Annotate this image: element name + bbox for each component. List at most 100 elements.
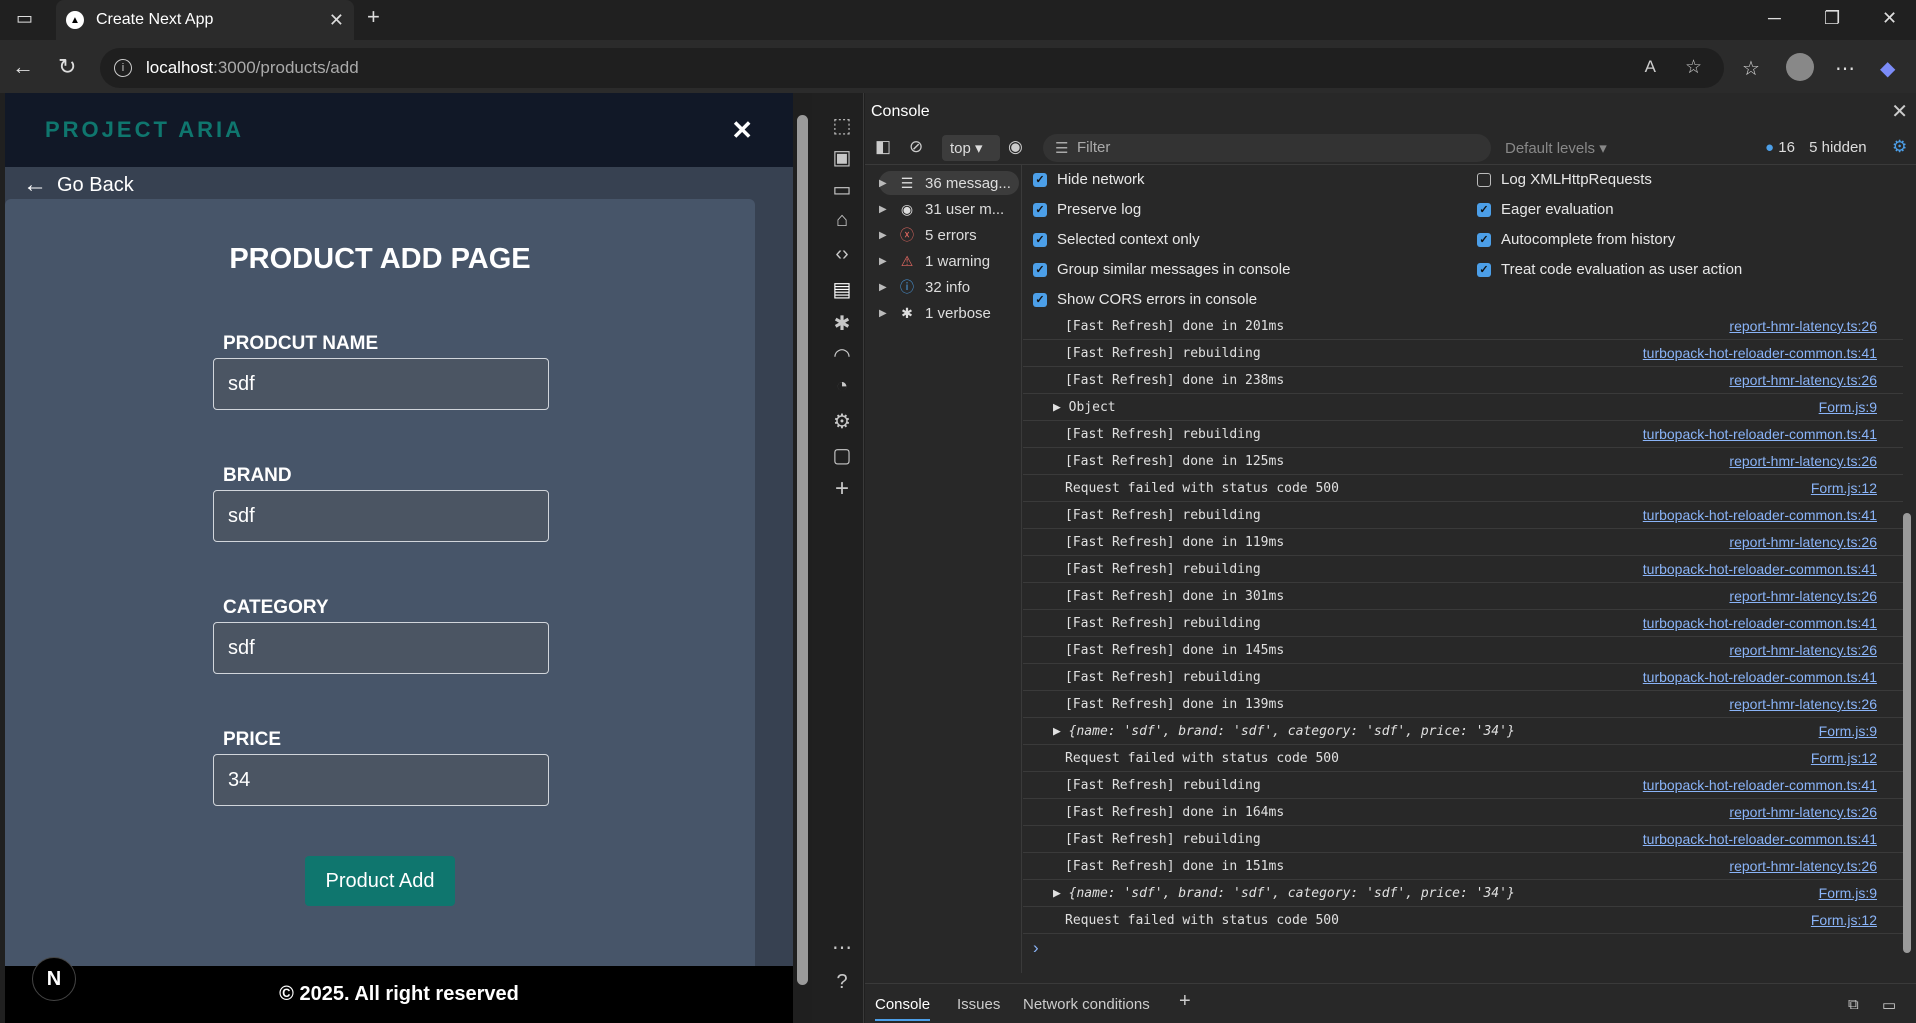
sidebar-item-errors[interactable]: ▶ ⓧ 5 errors [879,223,1019,247]
copilot-icon[interactable]: ◆ [1880,56,1895,81]
log-message[interactable]: ▶ {name: 'sdf', brand: 'sdf', category: … [1053,886,1819,901]
checkbox-checked-icon[interactable]: ✓ [1033,202,1047,217]
close-tab-icon[interactable]: ✕ [329,10,344,31]
context-select[interactable]: top ▾ [942,135,1000,161]
log-source-link[interactable]: turbopack-hot-reloader-common.ts:41 [1643,615,1903,631]
clear-console-icon[interactable]: ⊘ [909,137,923,157]
tab-console[interactable]: Console [875,996,931,1021]
network-wifi-icon[interactable]: ◠ [831,343,853,368]
console-prompt-icon[interactable]: › [1033,938,1039,958]
log-xhr-option[interactable]: Log XMLHttpRequests [1477,171,1652,188]
log-source-link[interactable]: Form.js:9 [1819,885,1903,901]
profile-avatar[interactable] [1786,53,1814,81]
sidebar-item-info[interactable]: ▶ ⓘ 32 info [879,275,1019,299]
application-icon[interactable]: ▭ [831,177,853,202]
dock-drawer-icon[interactable]: ⧉ [1848,996,1859,1013]
back-icon[interactable]: ← [12,54,34,80]
more-options-icon[interactable]: ⋯ [1835,56,1855,81]
sidebar-item-user-messages[interactable]: ▶ ◉ 31 user m... [879,197,1019,221]
log-source-link[interactable]: Form.js:9 [1819,723,1903,739]
checkbox-checked-icon[interactable]: ✓ [1033,262,1047,277]
menu-logo-icon[interactable]: ✕ [731,115,753,146]
log-source-link[interactable]: turbopack-hot-reloader-common.ts:41 [1643,426,1903,442]
brand-input[interactable]: sdf [213,490,549,542]
page-scrollbar[interactable] [793,93,812,1023]
add-tab-plus-icon[interactable]: + [1179,990,1191,1013]
issues-counter[interactable]: ● 16 5 hidden [1765,139,1867,156]
restore-icon[interactable]: ❐ [1824,8,1840,29]
application-panel-icon[interactable]: ▢ [831,443,853,468]
checkbox-checked-icon[interactable]: ✓ [1477,202,1491,217]
close-devtools-icon[interactable]: ✕ [1891,99,1908,124]
more-tools-plus-icon[interactable]: + [831,475,853,503]
log-source-link[interactable]: Form.js:9 [1819,399,1903,415]
device-toolbar-icon[interactable]: ▣ [831,145,853,170]
checkbox-checked-icon[interactable]: ✓ [1033,232,1047,247]
product-name-input[interactable]: sdf [213,358,549,410]
sidebar-item-verbose[interactable]: ▶ ✱ 1 verbose [879,301,1019,325]
console-scrollbar-thumb[interactable] [1903,513,1911,953]
selected-context-option[interactable]: ✓ Selected context only [1033,231,1200,248]
live-expression-eye-icon[interactable]: ◉ [1008,137,1023,157]
browser-tab[interactable]: ▲ Create Next App ✕ [56,0,354,40]
page-scrollbar-thumb[interactable] [797,115,808,985]
checkbox-checked-icon[interactable]: ✓ [1477,262,1491,277]
log-source-link[interactable]: report-hmr-latency.ts:26 [1729,534,1903,550]
console-panel-icon[interactable]: ▤ [831,277,853,302]
help-icon[interactable]: ? [831,971,853,994]
go-back-link[interactable]: ← Go Back [23,171,134,199]
log-source-link[interactable]: report-hmr-latency.ts:26 [1729,318,1903,334]
close-drawer-icon[interactable]: ▭ [1882,996,1896,1014]
log-source-link[interactable]: turbopack-hot-reloader-common.ts:41 [1643,507,1903,523]
sources-bug-icon[interactable]: ✱ [831,311,853,336]
log-source-link[interactable]: turbopack-hot-reloader-common.ts:41 [1643,669,1903,685]
group-similar-option[interactable]: ✓ Group similar messages in console [1033,261,1290,278]
tab-issues[interactable]: Issues [957,996,1000,1013]
filter-input[interactable]: ☰ Filter [1043,134,1491,162]
log-source-link[interactable]: report-hmr-latency.ts:26 [1729,696,1903,712]
memory-chip-icon[interactable]: ⚙ [831,409,853,434]
new-tab-icon[interactable]: + [367,4,380,30]
price-input[interactable]: 34 [213,754,549,806]
log-source-link[interactable]: report-hmr-latency.ts:26 [1729,642,1903,658]
nextjs-dev-indicator[interactable]: N [32,957,76,1001]
checkbox-unchecked-icon[interactable] [1477,172,1491,187]
checkbox-checked-icon[interactable]: ✓ [1033,292,1047,307]
site-info-icon[interactable]: i [114,59,132,77]
checkbox-checked-icon[interactable]: ✓ [1477,232,1491,247]
eager-evaluation-option[interactable]: ✓ Eager evaluation [1477,201,1614,218]
url-input[interactable]: i localhost:3000/products/add A ☆ [100,48,1724,88]
log-message[interactable]: ▶ Object [1053,400,1819,415]
log-source-link[interactable]: turbopack-hot-reloader-common.ts:41 [1643,345,1903,361]
sidebar-item-warnings[interactable]: ▶ ⚠ 1 warning [879,249,1019,273]
minimize-icon[interactable]: ─ [1768,8,1781,29]
log-source-link[interactable]: Form.js:12 [1811,750,1903,766]
refresh-icon[interactable]: ↻ [58,54,76,80]
favorites-icon[interactable]: ☆ [1742,56,1760,81]
log-source-link[interactable]: turbopack-hot-reloader-common.ts:41 [1643,561,1903,577]
elements-code-icon[interactable]: ‹› [831,243,853,266]
console-scrollbar[interactable] [1900,313,1916,973]
welcome-home-icon[interactable]: ⌂ [831,209,853,232]
activity-more-icon[interactable]: ⋯ [831,935,853,960]
log-source-link[interactable]: Form.js:12 [1811,480,1903,496]
log-source-link[interactable]: report-hmr-latency.ts:26 [1729,804,1903,820]
treat-as-user-action-option[interactable]: ✓ Treat code evaluation as user action [1477,261,1742,278]
autocomplete-option[interactable]: ✓ Autocomplete from history [1477,231,1675,248]
levels-select[interactable]: Default levels ▾ [1505,139,1607,157]
sidebar-toggle-icon[interactable]: ◧ [875,137,891,157]
sidebar-toggle-icon[interactable]: ▭ [16,8,33,29]
site-brand[interactable]: PROJECT ARIA [45,117,244,143]
sidebar-item-messages[interactable]: ▶ ☰ 36 messag... [879,171,1019,195]
product-add-button[interactable]: Product Add [305,856,455,906]
log-source-link[interactable]: report-hmr-latency.ts:26 [1729,372,1903,388]
tab-network-conditions[interactable]: Network conditions [1023,996,1150,1013]
log-source-link[interactable]: report-hmr-latency.ts:26 [1729,453,1903,469]
cors-errors-option[interactable]: ✓ Show CORS errors in console [1033,291,1257,308]
inspect-icon[interactable]: ⬚ [831,113,853,138]
performance-icon[interactable]: ◔ [831,375,853,398]
log-message[interactable]: ▶ {name: 'sdf', brand: 'sdf', category: … [1053,724,1819,739]
log-source-link[interactable]: report-hmr-latency.ts:26 [1729,588,1903,604]
read-aloud-icon[interactable]: A [1645,57,1656,77]
log-source-link[interactable]: turbopack-hot-reloader-common.ts:41 [1643,777,1903,793]
